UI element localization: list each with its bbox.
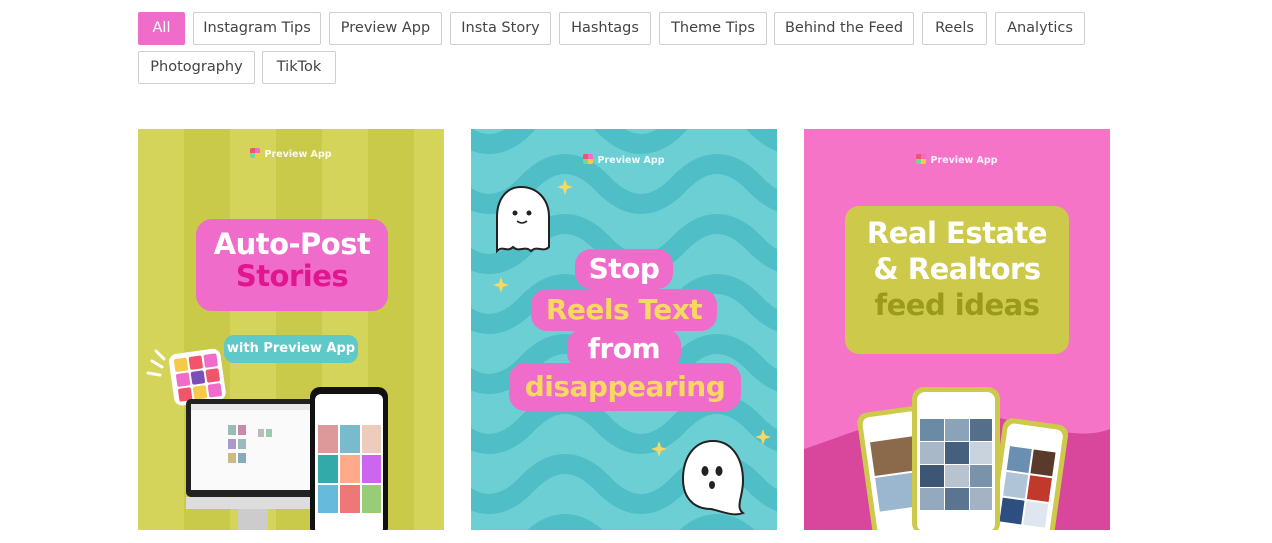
filter-hashtags[interactable]: Hashtags [559,12,651,45]
headline-line-1: Real Estate [866,216,1048,250]
preview-app-logo-icon [916,154,927,164]
brand-label: Preview App [804,154,1110,166]
headline-line-2: Stories [235,258,349,293]
filter-instagram-tips[interactable]: Instagram Tips [193,12,321,45]
headline-line-2: & Realtors [873,251,1041,286]
card-headline-box: Auto-Post Stories [196,219,388,311]
post-card-stop-reels-text[interactable]: Preview App Stop Reels Text from disappe… [471,129,777,530]
post-card-auto-post-stories[interactable]: Preview App Auto-Post Stories with Previ… [138,129,444,530]
headline-line-4: disappearing [509,363,741,411]
filter-reels[interactable]: Reels [922,12,987,45]
headline-line-1: Stop [575,249,673,289]
post-card-real-estate-realtors[interactable]: Preview App Real Estate & Realtors feed … [804,129,1110,530]
filter-photography[interactable]: Photography [138,51,255,84]
filter-behind-the-feed[interactable]: Behind the Feed [774,12,914,45]
preview-app-logo-icon [583,154,594,164]
filter-preview-app[interactable]: Preview App [329,12,442,45]
filter-insta-story[interactable]: Insta Story [450,12,551,45]
preview-app-logo-icon [250,148,261,158]
brand-label: Preview App [471,154,777,166]
ghost-icon [681,439,746,516]
card-headline-box: Real Estate & Realtors feed ideas [845,206,1069,354]
filter-tiktok[interactable]: TikTok [262,51,336,84]
brand-label: Preview App [138,148,444,160]
filter-theme-tips[interactable]: Theme Tips [659,12,767,45]
headline-line-1: Auto-Post [213,227,371,261]
headline-line-3: feed ideas [874,287,1040,322]
filter-analytics[interactable]: Analytics [995,12,1085,45]
ghost-icon [496,185,550,254]
filter-all[interactable]: All [138,12,185,45]
card-subtitle: with Preview App [224,335,358,363]
card-artwork [138,129,444,530]
headline-line-2: Reels Text [531,289,717,331]
